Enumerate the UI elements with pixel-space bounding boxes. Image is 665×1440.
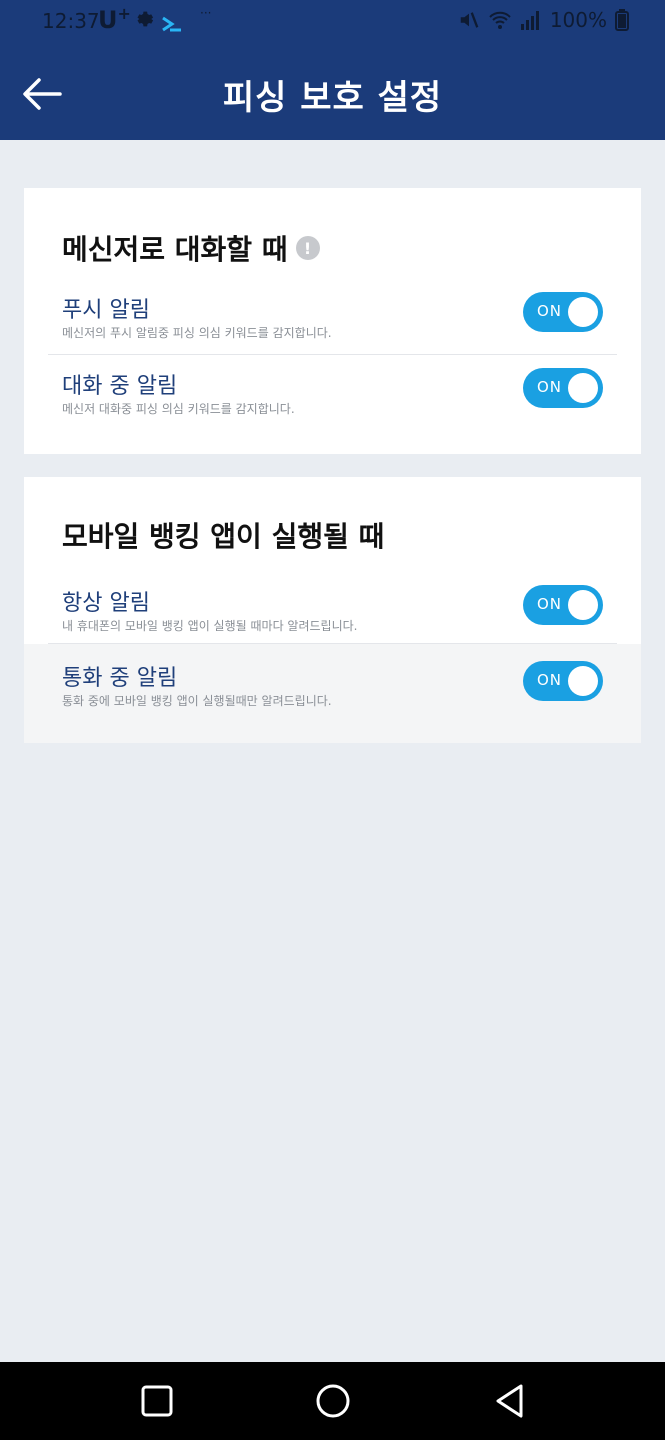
call-alert-toggle[interactable]: ON [523, 661, 603, 701]
carrier-sup: + [117, 4, 131, 23]
setting-row-push-alert: 푸시 알림 메신저의 푸시 알림중 피싱 의심 키워드를 감지합니다. ON [24, 292, 641, 368]
push-alert-toggle[interactable]: ON [523, 292, 603, 332]
toggle-knob [568, 590, 598, 620]
toggle-knob [568, 373, 598, 403]
more-notifications-icon: ··· [200, 6, 212, 20]
toggle-knob [568, 666, 598, 696]
setting-description: 메신저 대화중 피싱 의심 키워드를 감지합니다. [62, 402, 295, 416]
section-title-messenger: 메신저로 대화할 때 ! [62, 228, 320, 268]
toggle-state-label: ON [537, 378, 563, 396]
status-bar: 12:37 U+ ··· 100% [0, 0, 665, 44]
battery-icon [615, 9, 629, 31]
setting-label: 대화 중 알림 [62, 374, 178, 399]
toggle-knob [568, 297, 598, 327]
back-nav-button[interactable] [490, 1381, 530, 1421]
carrier-logo: U+ [98, 4, 131, 34]
mute-icon [460, 12, 479, 28]
section-title-banking: 모바일 뱅킹 앱이 실행될 때 [62, 515, 384, 555]
signal-icon [520, 11, 539, 30]
carrier-name: U [98, 6, 118, 34]
section-title-text: 모바일 뱅킹 앱이 실행될 때 [62, 520, 385, 553]
app-notification-icon [160, 12, 184, 36]
setting-label: 통화 중 알림 [62, 666, 178, 691]
setting-description: 통화 중에 모바일 뱅킹 앱이 실행될때만 알려드립니다. [62, 694, 332, 708]
setting-row-call-alert: 통화 중 알림 통화 중에 모바일 뱅킹 앱이 실행될때만 알려드립니다. ON [24, 644, 641, 743]
wifi-icon [489, 11, 511, 29]
setting-description: 내 휴대폰의 모바일 뱅킹 앱이 실행될 때마다 알려드립니다. [62, 619, 358, 633]
battery-percent: 100% [549, 8, 607, 32]
setting-label: 푸시 알림 [62, 298, 150, 323]
row-divider [48, 354, 617, 355]
section-title-text: 메신저로 대화할 때 [62, 233, 288, 266]
page-title: 피싱 보호 설정 [222, 78, 443, 118]
setting-label: 항상 알림 [62, 591, 150, 616]
recents-button[interactable] [137, 1381, 177, 1421]
setting-row-chat-alert: 대화 중 알림 메신저 대화중 피싱 의심 키워드를 감지합니다. ON [24, 368, 641, 444]
toggle-state-label: ON [537, 302, 563, 320]
status-right: 100% [458, 8, 629, 32]
app-bar: 피싱 보호 설정 [0, 44, 665, 140]
always-alert-toggle[interactable]: ON [523, 585, 603, 625]
chat-alert-toggle[interactable]: ON [523, 368, 603, 408]
toggle-state-label: ON [537, 671, 563, 689]
status-time: 12:37 [42, 9, 100, 33]
gear-icon [132, 8, 154, 36]
setting-description: 메신저의 푸시 알림중 피싱 의심 키워드를 감지합니다. [62, 326, 332, 340]
banking-section-card: 모바일 뱅킹 앱이 실행될 때 항상 알림 내 휴대폰의 모바일 뱅킹 앱이 실… [24, 477, 641, 743]
toggle-state-label: ON [537, 595, 563, 613]
messenger-section-card: 메신저로 대화할 때 ! 푸시 알림 메신저의 푸시 알림중 피싱 의심 키워드… [24, 188, 641, 454]
triangle-back-icon [496, 1384, 523, 1418]
circle-icon [316, 1384, 350, 1418]
system-navigation-bar [0, 1362, 665, 1440]
square-icon [141, 1385, 173, 1417]
info-icon[interactable]: ! [295, 236, 320, 260]
home-button[interactable] [313, 1381, 353, 1421]
